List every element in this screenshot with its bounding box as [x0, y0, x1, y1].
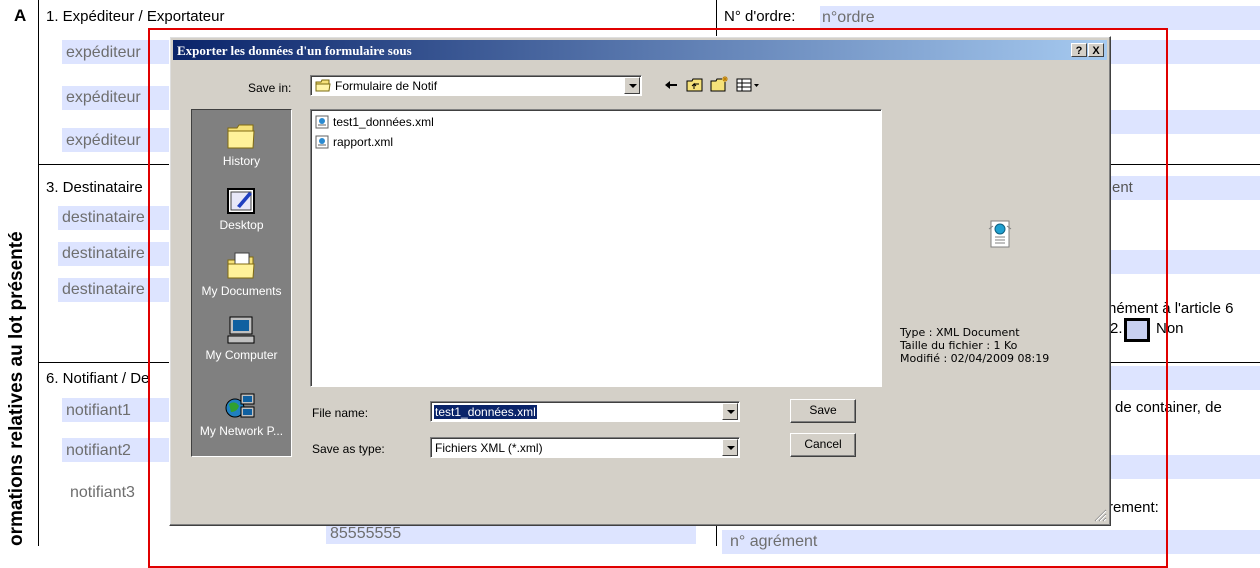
- dialog-title: Exporter les données d'un formulaire sou…: [177, 43, 412, 58]
- folder-icon: [315, 79, 331, 92]
- place-my-documents[interactable]: My Documents: [192, 244, 291, 310]
- order-field[interactable]: [820, 6, 1260, 30]
- desktop-icon: [227, 188, 255, 214]
- side-label: ormations relatives au lot présenté: [6, 231, 27, 546]
- place-network-label: My Network P...: [199, 424, 284, 438]
- info-size: Taille du fichier : 1 Ko: [900, 339, 1018, 352]
- place-my-computer[interactable]: My Computer: [192, 308, 291, 374]
- dialog-titlebar[interactable]: Exporter les données d'un formulaire sou…: [173, 40, 1107, 60]
- places-bar: History Desktop My Documents My Computer…: [191, 109, 292, 457]
- dest-field-2-text: destinataire: [62, 245, 145, 262]
- up-folder-icon[interactable]: [686, 77, 704, 93]
- new-folder-icon[interactable]: [710, 75, 730, 93]
- save-button[interactable]: Save: [790, 399, 856, 423]
- dest-field-1-text: destinataire: [62, 209, 145, 226]
- section-letter: A: [14, 6, 27, 25]
- cancel-button[interactable]: Cancel: [790, 433, 856, 457]
- file-name-combobox[interactable]: test1_données.xml: [430, 401, 740, 422]
- dest-field-3-text: destinataire: [62, 281, 145, 298]
- file-name-label: File name:: [312, 406, 369, 420]
- back-arrow-icon[interactable]: [664, 79, 678, 91]
- view-menu-icon[interactable]: [736, 77, 760, 93]
- form-border-left: [38, 0, 39, 546]
- chevron-down-icon[interactable]: [624, 77, 640, 94]
- info-type: Type : XML Document: [900, 326, 1020, 339]
- file-name-input[interactable]: test1_données.xml: [434, 405, 537, 419]
- help-button[interactable]: ?: [1071, 43, 1087, 57]
- chevron-down-icon[interactable]: [722, 439, 738, 456]
- resize-grip-icon[interactable]: [1094, 509, 1107, 522]
- save-in-value: Formulaire de Notif: [335, 79, 438, 93]
- my-documents-icon: [227, 252, 255, 279]
- section-6-label: 6. Notifiant / De: [46, 370, 150, 387]
- save-in-dropdown[interactable]: Formulaire de Notif: [310, 75, 642, 96]
- order-label: N° d'ordre:: [724, 8, 796, 25]
- save-type-value: Fichiers XML (*.xml): [435, 441, 543, 455]
- xml-file-icon: [315, 135, 329, 149]
- xml-file-icon: [315, 115, 329, 129]
- save-in-label: Save in:: [248, 81, 292, 95]
- history-icon: [227, 124, 255, 149]
- place-my-documents-label: My Documents: [201, 284, 282, 298]
- notif-field-1-text: notifiant1: [66, 402, 131, 419]
- file-name: rapport.xml: [333, 135, 394, 149]
- info-modified: Modifié : 02/04/2009 08:19: [900, 352, 1050, 365]
- exp-field-2-text: expéditeur: [66, 89, 141, 106]
- exp-field-1-text: expéditeur: [66, 44, 141, 61]
- save-type-label: Save as type:: [312, 442, 385, 456]
- exp-field-3-text: expéditeur: [66, 132, 141, 149]
- file-name: test1_données.xml: [333, 115, 434, 129]
- section-1-label: 1. Expéditeur / Exportateur: [46, 8, 225, 25]
- export-dialog: Exporter les données d'un formulaire sou…: [169, 36, 1111, 526]
- section-3-label: 3. Destinataire: [46, 179, 143, 196]
- close-button[interactable]: X: [1088, 43, 1104, 57]
- place-history[interactable]: History: [192, 114, 291, 180]
- file-list[interactable]: test1_données.xml rapport.xml: [310, 109, 882, 387]
- place-desktop-label: Desktop: [219, 218, 264, 232]
- chevron-down-icon[interactable]: [722, 403, 738, 420]
- order-value: n°ordre: [822, 9, 875, 26]
- notif-field-2-text: notifiant2: [66, 442, 131, 459]
- place-my-computer-label: My Computer: [205, 348, 278, 362]
- xml-document-preview-icon: [988, 220, 1012, 248]
- network-places-icon: [225, 393, 255, 418]
- my-computer-icon: [227, 316, 255, 344]
- place-history-label: History: [222, 154, 261, 168]
- place-desktop[interactable]: Desktop: [192, 178, 291, 244]
- place-network[interactable]: My Network P...: [192, 384, 291, 450]
- save-type-dropdown[interactable]: Fichiers XML (*.xml): [430, 437, 740, 458]
- notif-field-3-text: notifiant3: [70, 484, 135, 501]
